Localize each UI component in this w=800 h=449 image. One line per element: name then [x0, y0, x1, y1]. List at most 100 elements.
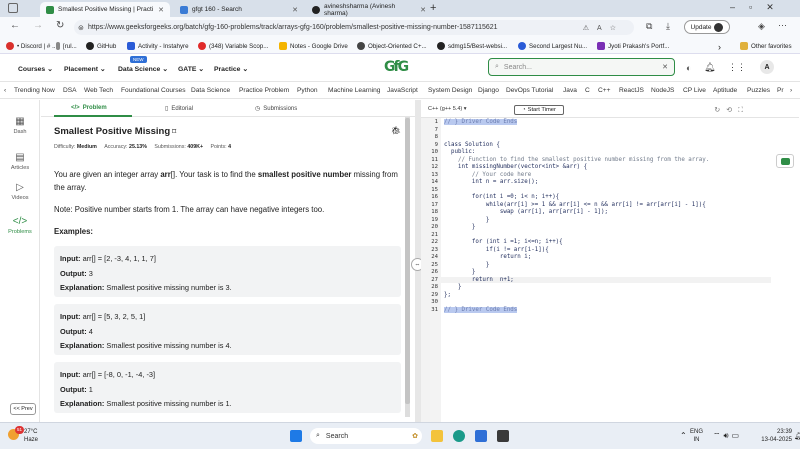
language-indicator[interactable]: ENG IN	[690, 428, 703, 444]
window-controls-icon[interactable]: –▫✕	[730, 2, 788, 13]
cat-item[interactable]: Aptitude	[713, 87, 737, 94]
chevron-right-icon[interactable]: ›	[718, 42, 721, 52]
chevron-up-icon[interactable]: ⌃	[680, 431, 687, 440]
language-select[interactable]: C++ (g++ 5.4) ▾	[428, 106, 467, 112]
cat-item[interactable]: CP Live	[683, 87, 706, 94]
cat-item[interactable]: ReactJS	[619, 87, 644, 94]
bookmark-item[interactable]: Jyoti Prakash's Portf...	[597, 42, 669, 50]
notification-icon[interactable]: 🔔︎	[794, 432, 800, 440]
start-timer-button[interactable]: ◔ Start Timer	[514, 105, 564, 115]
dark-mode-icon[interactable]: ◐	[686, 63, 691, 73]
address-actions-icon[interactable]: ⚠A☆	[583, 24, 624, 32]
bookmark-item[interactable]: Activity - Instahyre	[127, 42, 189, 50]
nav-gate[interactable]: GATE ⌄	[178, 65, 204, 73]
rail-item-dash[interactable]: ▦ Dash	[0, 116, 40, 135]
nav-placement[interactable]: Placement ⌄	[64, 65, 106, 73]
code-line[interactable]: swap (arr[i], arr[arr[i] - 1]);	[444, 209, 608, 215]
tab-actions-icon[interactable]	[8, 3, 18, 13]
avatar[interactable]: A	[760, 60, 774, 74]
other-favorites[interactable]: Other favorites	[740, 42, 792, 50]
code-line[interactable]: public:	[444, 149, 475, 155]
nav-practice[interactable]: Practice ⌄	[214, 65, 248, 73]
rail-item-articles[interactable]: ▤ Articles	[0, 152, 40, 171]
cat-item[interactable]: Practice Problem	[239, 87, 289, 94]
clock[interactable]: 23:39 13-04-2025	[752, 428, 792, 444]
close-icon[interactable]: ✕	[420, 6, 426, 14]
close-icon[interactable]: ✕	[158, 6, 164, 14]
cat-item[interactable]: Foundational Courses	[121, 87, 186, 94]
search-input[interactable]: ⌕ Search... ✕	[488, 58, 675, 76]
bookmark-item[interactable]: • Discord | # ...	[6, 42, 57, 50]
gfg-logo[interactable]: GfG	[384, 59, 414, 75]
code-line[interactable]: }	[444, 224, 476, 230]
code-line[interactable]: }	[444, 269, 476, 275]
taskbar-search[interactable]: ⌕ Search ✿	[310, 428, 422, 444]
clear-icon[interactable]: ✕	[662, 63, 668, 71]
browser-tab[interactable]: gfgt 160 - Search ✕	[174, 2, 304, 17]
cat-item[interactable]: C	[585, 87, 590, 94]
cat-item[interactable]: Machine Learning	[328, 87, 380, 94]
site-info-icon[interactable]: ⊜	[78, 24, 84, 32]
app-icon[interactable]	[497, 430, 509, 442]
code-line[interactable]: if(i != arr[i-1]){	[444, 247, 549, 253]
forward-icon[interactable]: →	[33, 20, 43, 31]
bookmark-item[interactable]: GitHub	[86, 42, 116, 50]
cat-item[interactable]: Web Tech	[84, 87, 113, 94]
menu-grid-icon[interactable]: ⋮⋮	[728, 62, 746, 73]
bell-icon[interactable]: 🔔︎	[704, 62, 715, 73]
download-icon[interactable]: ⤓	[666, 21, 670, 32]
bookmark-item[interactable]: [rul...	[56, 42, 77, 50]
copilot-icon[interactable]: ◈	[758, 21, 765, 32]
cat-item[interactable]: Trending Now	[14, 87, 55, 94]
bookmark-item[interactable]: Object-Oriented C+...	[357, 42, 427, 50]
store-icon[interactable]	[475, 430, 487, 442]
cat-item[interactable]: Data Science	[191, 87, 230, 94]
start-icon[interactable]	[290, 430, 302, 442]
tab-submissions[interactable]: ◷ Submissions	[255, 105, 297, 113]
file-explorer-icon[interactable]	[431, 430, 443, 442]
bookmark-item[interactable]: Notes - Google Drive	[279, 42, 348, 50]
code-line[interactable]: }	[444, 217, 490, 223]
code-line[interactable]: return n+1;	[444, 277, 514, 283]
code-line[interactable]: }	[444, 284, 462, 290]
editor-actions-icon[interactable]: ↻⟲⛶	[714, 106, 749, 115]
code-line[interactable]: // Function to find the smallest positiv…	[444, 157, 709, 163]
browser-tab-active[interactable]: Smallest Positive Missing | Practi ✕	[40, 2, 170, 17]
scrollbar-thumb[interactable]	[405, 118, 410, 404]
bookmark-item[interactable]: sdmg15/Best-websi...	[437, 42, 507, 50]
cat-item[interactable]: Pr	[777, 87, 784, 94]
code-line[interactable]: return i;	[444, 254, 531, 260]
edge-icon[interactable]	[453, 430, 465, 442]
code-line[interactable]: while(arr[i] >= 1 && arr[i] <= n && arr[…	[444, 202, 706, 208]
cat-item[interactable]: Java	[563, 87, 577, 94]
nav-data-science[interactable]: Data Science ⌄	[118, 65, 168, 73]
extensions-icon[interactable]: ⧉	[646, 21, 652, 32]
chevron-right-icon[interactable]: ›	[790, 87, 792, 94]
code-line[interactable]: int n = arr.size();	[444, 179, 538, 185]
menu-icon[interactable]: ⋯	[778, 20, 787, 31]
nav-courses[interactable]: Courses ⌄	[18, 65, 53, 73]
code-line[interactable]: for (int i =1; i<=n; i++){	[444, 239, 563, 245]
close-icon[interactable]: ✕	[292, 6, 298, 14]
code-line[interactable]: for(int i =0; i< n; i++){	[444, 194, 559, 200]
tab-editorial[interactable]: ▯ Editorial	[165, 105, 193, 113]
cat-item[interactable]: DevOps Tutorial	[506, 87, 553, 94]
cat-item[interactable]: JavaScript	[387, 87, 418, 94]
address-bar[interactable]: ⊜ https://www.geeksforgeeks.org/batch/gf…	[74, 20, 634, 35]
cat-item[interactable]: Python	[297, 87, 318, 94]
rail-item-problems[interactable]: </> Problems	[0, 216, 40, 235]
code-line[interactable]: int missingNumber(vector<int> &arr) {	[444, 164, 587, 170]
bug-report-icon[interactable]: 🐞︎	[391, 126, 401, 135]
refresh-icon[interactable]: ↻	[56, 20, 64, 31]
cat-item[interactable]: System Design	[428, 87, 472, 94]
system-tray-icon[interactable]: ⌔🔊︎▭	[713, 431, 742, 441]
bookmark-item[interactable]: Second Largest Nu...	[518, 42, 587, 50]
chat-fab-icon[interactable]	[776, 154, 794, 168]
bookmark-icon[interactable]: ⌑	[172, 127, 176, 136]
update-button[interactable]: Update	[684, 20, 730, 34]
cat-item[interactable]: Django	[478, 87, 499, 94]
weather-widget[interactable]: 51 27°C Haze	[8, 426, 38, 444]
code-line[interactable]: // } Driver Code Ends	[444, 119, 518, 125]
code-line[interactable]: // } Driver Code Ends	[444, 306, 518, 313]
tab-problem[interactable]: </> Problem	[71, 105, 107, 111]
